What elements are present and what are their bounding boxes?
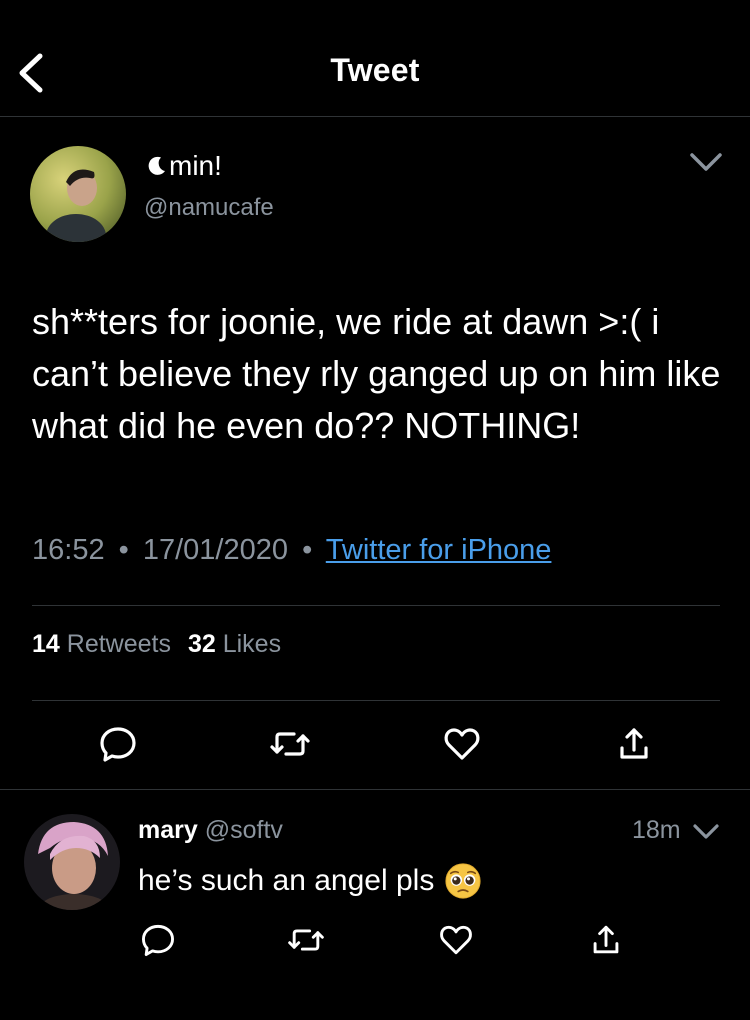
tweet-date: 17/01/2020 <box>142 534 289 566</box>
retweets-stat[interactable]: 14 Retweets <box>32 630 178 658</box>
reply-time: 18m <box>632 816 681 844</box>
retweet-count: 14 <box>32 630 60 658</box>
reply-retweet-button[interactable] <box>286 920 326 960</box>
reply-handle: @softv <box>204 816 283 844</box>
like-button[interactable] <box>440 722 484 766</box>
reply-like-button[interactable] <box>436 920 476 960</box>
retweet-icon <box>288 929 324 951</box>
avatar-image <box>30 146 126 242</box>
header-divider <box>0 116 750 117</box>
reply-button[interactable] <box>96 722 140 766</box>
reply-text-row: he’s such an angel pls <box>138 862 482 900</box>
retweet-label: Retweets <box>66 630 171 658</box>
likes-stat[interactable]: 32 Likes <box>188 630 281 658</box>
reply-display-name: mary <box>138 816 198 844</box>
display-name[interactable]: min! <box>144 150 222 182</box>
reply-share-button[interactable] <box>586 920 626 960</box>
share-button[interactable] <box>612 722 656 766</box>
reply-reply-button[interactable] <box>138 920 178 960</box>
share-icon <box>593 925 619 954</box>
display-name-text: min! <box>169 150 222 181</box>
retweet-button[interactable] <box>268 722 312 766</box>
pleading-face-emoji-icon <box>445 863 481 899</box>
tweet-menu-button[interactable] <box>688 148 724 176</box>
avatar[interactable] <box>30 146 126 242</box>
reply-text: he’s such an angel pls <box>138 864 435 897</box>
retweet-icon <box>270 732 310 756</box>
crescent-moon-icon <box>148 156 165 175</box>
like-label: Likes <box>222 630 282 658</box>
tweet-text: sh**ters for joonie, we ride at dawn >:(… <box>32 301 721 446</box>
reply-author[interactable]: mary @softv <box>138 816 283 845</box>
tweet-meta: 16:52 • 17/01/2020 • Twitter for iPhone <box>32 534 551 567</box>
reply-avatar-image <box>24 814 120 910</box>
reply-avatar[interactable] <box>24 814 120 910</box>
heart-icon <box>440 925 472 955</box>
share-icon <box>620 728 648 759</box>
like-count: 32 <box>187 630 216 658</box>
reply-icon <box>100 727 136 762</box>
stats-divider <box>32 700 720 701</box>
page-title: Tweet <box>330 52 420 88</box>
reply-menu-button[interactable] <box>692 820 720 844</box>
meta-divider <box>32 605 720 606</box>
tweet-time: 16:52 <box>32 534 105 566</box>
tweet-source-link[interactable]: Twitter for iPhone <box>326 534 552 566</box>
chevron-down-icon <box>693 824 719 839</box>
meta-separator: • <box>302 534 313 566</box>
heart-icon <box>444 728 480 760</box>
tweet-stats: 14 Retweets 32 Likes <box>32 630 281 659</box>
user-handle[interactable]: @namucafe <box>144 194 274 222</box>
chevron-down-icon <box>690 153 722 171</box>
meta-separator: • <box>118 534 129 566</box>
reply-icon <box>142 924 175 956</box>
actions-divider <box>0 789 750 790</box>
